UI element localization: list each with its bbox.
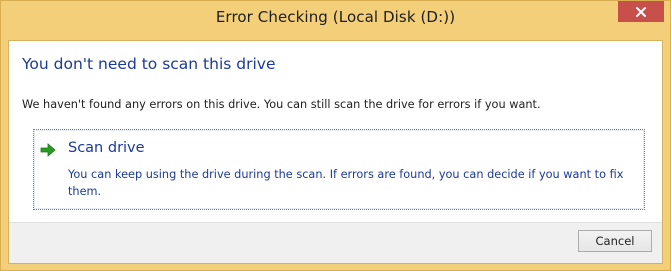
close-icon [636,6,646,17]
main-instruction: You don't need to scan this drive [22,55,276,73]
scan-drive-title: Scan drive [68,140,145,156]
green-arrow-icon [40,143,56,157]
scan-drive-description: You can keep using the drive during the … [68,168,624,198]
dialog-footer: Cancel [9,222,662,263]
error-checking-dialog: Error Checking (Local Disk (D:)) You don… [0,0,671,271]
close-button[interactable] [618,1,664,22]
cancel-button[interactable]: Cancel [578,230,652,252]
info-text: We haven't found any errors on this driv… [22,98,541,111]
scan-drive-command-link[interactable]: Scan drive You can keep using the drive … [33,129,645,210]
window-title: Error Checking (Local Disk (D:)) [215,8,456,26]
dialog-content: You don't need to scan this drive We hav… [8,40,663,264]
title-bar[interactable]: Error Checking (Local Disk (D:)) [1,1,670,33]
